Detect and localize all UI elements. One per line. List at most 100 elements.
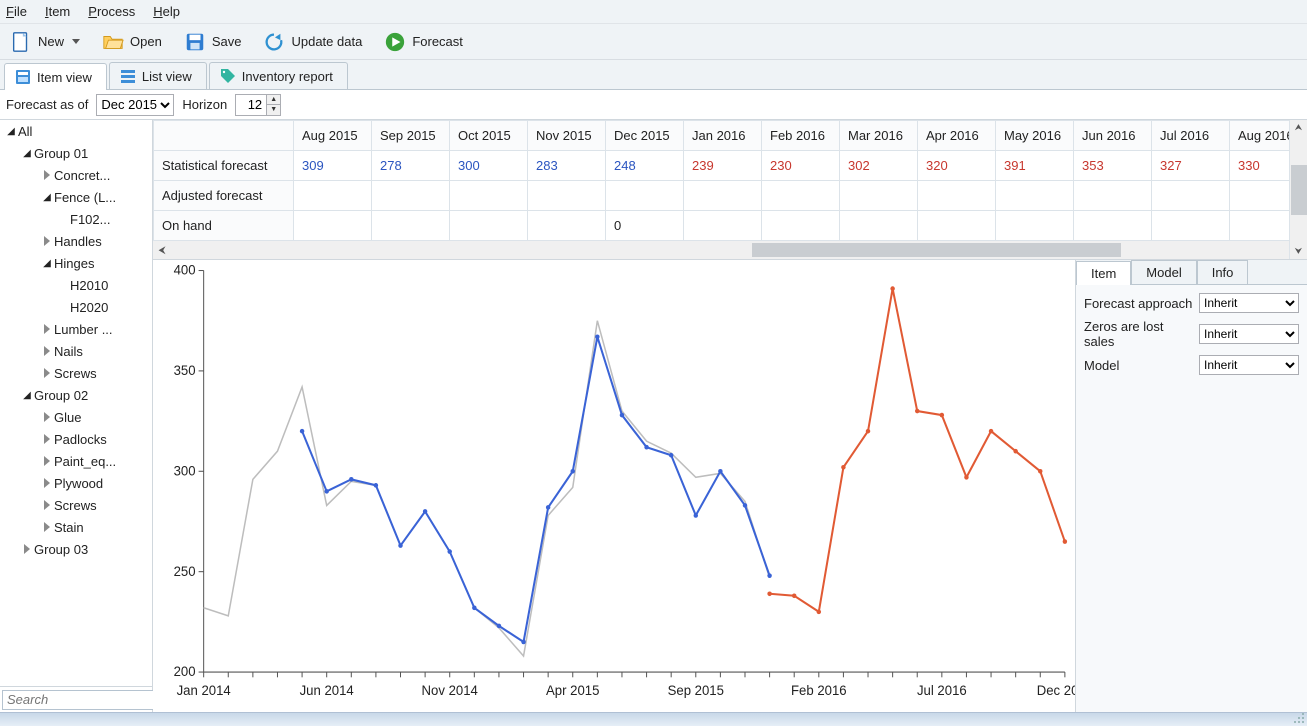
tree-glue[interactable]: Glue	[0, 406, 152, 428]
prop-tab-item[interactable]: Item	[1076, 261, 1131, 285]
svg-text:350: 350	[174, 363, 196, 378]
tree-handles[interactable]: Handles	[0, 230, 152, 252]
tree-h2020[interactable]: H2020	[0, 296, 152, 318]
grid-cell[interactable]	[1152, 181, 1230, 211]
tree-stain[interactable]: Stain	[0, 516, 152, 538]
grid-cell[interactable]	[1074, 181, 1152, 211]
menu-help[interactable]: Help	[153, 4, 180, 19]
forecast-approach-select[interactable]: Inherit	[1199, 293, 1299, 313]
tree-group01[interactable]: ◢Group 01	[0, 142, 152, 164]
menu-item[interactable]: Item	[45, 4, 70, 19]
grid-cell[interactable]	[840, 181, 918, 211]
grid-cell[interactable]: 391	[996, 151, 1074, 181]
tree-lumber[interactable]: Lumber ...	[0, 318, 152, 340]
scroll-down-icon[interactable]: ⮟	[1295, 244, 1303, 259]
grid-cell[interactable]	[684, 181, 762, 211]
forecast-button[interactable]: Forecast	[380, 29, 467, 55]
grid-cell[interactable]: 248	[606, 151, 684, 181]
grid-cell[interactable]	[762, 211, 840, 241]
grid-cell[interactable]	[840, 211, 918, 241]
prop-tabs: Item Model Info	[1076, 260, 1307, 285]
menu-process[interactable]: Process	[88, 4, 135, 19]
update-data-button[interactable]: Update data	[259, 29, 366, 55]
tree-painteq[interactable]: Paint_eq...	[0, 450, 152, 472]
tree-group02[interactable]: ◢Group 02	[0, 384, 152, 406]
tree-f102[interactable]: F102...	[0, 208, 152, 230]
tree-panel: ◢All ◢Group 01 Concret... ◢Fence (L... F…	[0, 120, 153, 712]
grid-cell[interactable]	[1074, 211, 1152, 241]
tree-group03[interactable]: Group 03	[0, 538, 152, 560]
tree-screws2[interactable]: Screws	[0, 494, 152, 516]
grid-month-header: Aug 2015	[294, 121, 372, 151]
tab-list-view-label: List view	[142, 69, 192, 84]
tree-plywood[interactable]: Plywood	[0, 472, 152, 494]
grid-cell[interactable]: 309	[294, 151, 372, 181]
vscroll-thumb[interactable]	[1291, 165, 1307, 215]
grid-cell[interactable]	[528, 181, 606, 211]
grid-cell[interactable]	[450, 181, 528, 211]
tree-h2010[interactable]: H2010	[0, 274, 152, 296]
grid-cell[interactable]	[606, 181, 684, 211]
grid-cell[interactable]	[294, 181, 372, 211]
tree: ◢All ◢Group 01 Concret... ◢Fence (L... F…	[0, 120, 152, 686]
grid-cell[interactable]	[918, 211, 996, 241]
grid-vscroll[interactable]: ⮝ ⮟	[1289, 120, 1307, 259]
prop-tab-model[interactable]: Model	[1131, 260, 1196, 284]
forecast-grid[interactable]: Aug 2015Sep 2015Oct 2015Nov 2015Dec 2015…	[153, 120, 1307, 241]
open-button[interactable]: Open	[98, 29, 166, 55]
tree-hinges[interactable]: ◢Hinges	[0, 252, 152, 274]
tab-inventory-label: Inventory report	[242, 69, 333, 84]
grid-cell[interactable]	[918, 181, 996, 211]
hscroll-thumb[interactable]	[752, 243, 1121, 257]
menu-file[interactable]: File	[6, 4, 27, 19]
grid-cell[interactable]	[450, 211, 528, 241]
tree-nails[interactable]: Nails	[0, 340, 152, 362]
grid-cell[interactable]: 353	[1074, 151, 1152, 181]
model-select[interactable]: Inherit	[1199, 355, 1299, 375]
tree-padlocks[interactable]: Padlocks	[0, 428, 152, 450]
grid-cell[interactable]	[294, 211, 372, 241]
grid-cell[interactable]: 283	[528, 151, 606, 181]
grid-cell[interactable]	[1152, 211, 1230, 241]
prop-tab-info[interactable]: Info	[1197, 260, 1249, 284]
grid-cell[interactable]: 320	[918, 151, 996, 181]
forecast-asof-label: Forecast as of	[6, 97, 88, 112]
grid-cell[interactable]: 278	[372, 151, 450, 181]
grid-cell[interactable]	[684, 211, 762, 241]
tree-fence[interactable]: ◢Fence (L...	[0, 186, 152, 208]
resize-grip-icon[interactable]	[1293, 712, 1305, 724]
zeros-lost-sales-select[interactable]: Inherit	[1199, 324, 1299, 344]
tree-screws1[interactable]: Screws	[0, 362, 152, 384]
toolbar: New Open Save Update data Forecast	[0, 24, 1307, 60]
grid-cell[interactable]: 230	[762, 151, 840, 181]
tree-concret[interactable]: Concret...	[0, 164, 152, 186]
scroll-left-icon[interactable]: ⮜	[153, 245, 171, 256]
hscroll-track[interactable]	[171, 242, 1289, 258]
spin-down-icon[interactable]: ▼	[266, 105, 280, 115]
grid-cell[interactable]	[762, 181, 840, 211]
tab-inventory-report[interactable]: Inventory report	[209, 62, 348, 89]
tab-list-view[interactable]: List view	[109, 62, 207, 89]
horizon-input[interactable]	[236, 95, 266, 115]
grid-hscroll[interactable]: ⮜ ⮞	[153, 241, 1307, 259]
grid-cell[interactable]: 302	[840, 151, 918, 181]
grid-cell[interactable]	[996, 211, 1074, 241]
grid-cell[interactable]: 300	[450, 151, 528, 181]
save-button[interactable]: Save	[180, 29, 246, 55]
grid-cell[interactable]	[372, 181, 450, 211]
forecast-asof-select[interactable]: Dec 2015	[96, 94, 174, 116]
grid-cell[interactable]: 239	[684, 151, 762, 181]
tree-all[interactable]: ◢All	[0, 120, 152, 142]
grid-cell[interactable]: 327	[1152, 151, 1230, 181]
grid-cell[interactable]	[528, 211, 606, 241]
spin-up-icon[interactable]: ▲	[266, 95, 280, 105]
tab-item-view[interactable]: Item view	[4, 63, 107, 90]
grid-cell[interactable]: 0	[606, 211, 684, 241]
scroll-up-icon[interactable]: ⮝	[1295, 120, 1303, 135]
horizon-spinner[interactable]: ▲ ▼	[235, 94, 281, 116]
save-label: Save	[212, 34, 242, 49]
new-button[interactable]: New	[6, 29, 84, 55]
grid-cell[interactable]	[996, 181, 1074, 211]
new-file-icon	[10, 31, 32, 53]
grid-cell[interactable]	[372, 211, 450, 241]
